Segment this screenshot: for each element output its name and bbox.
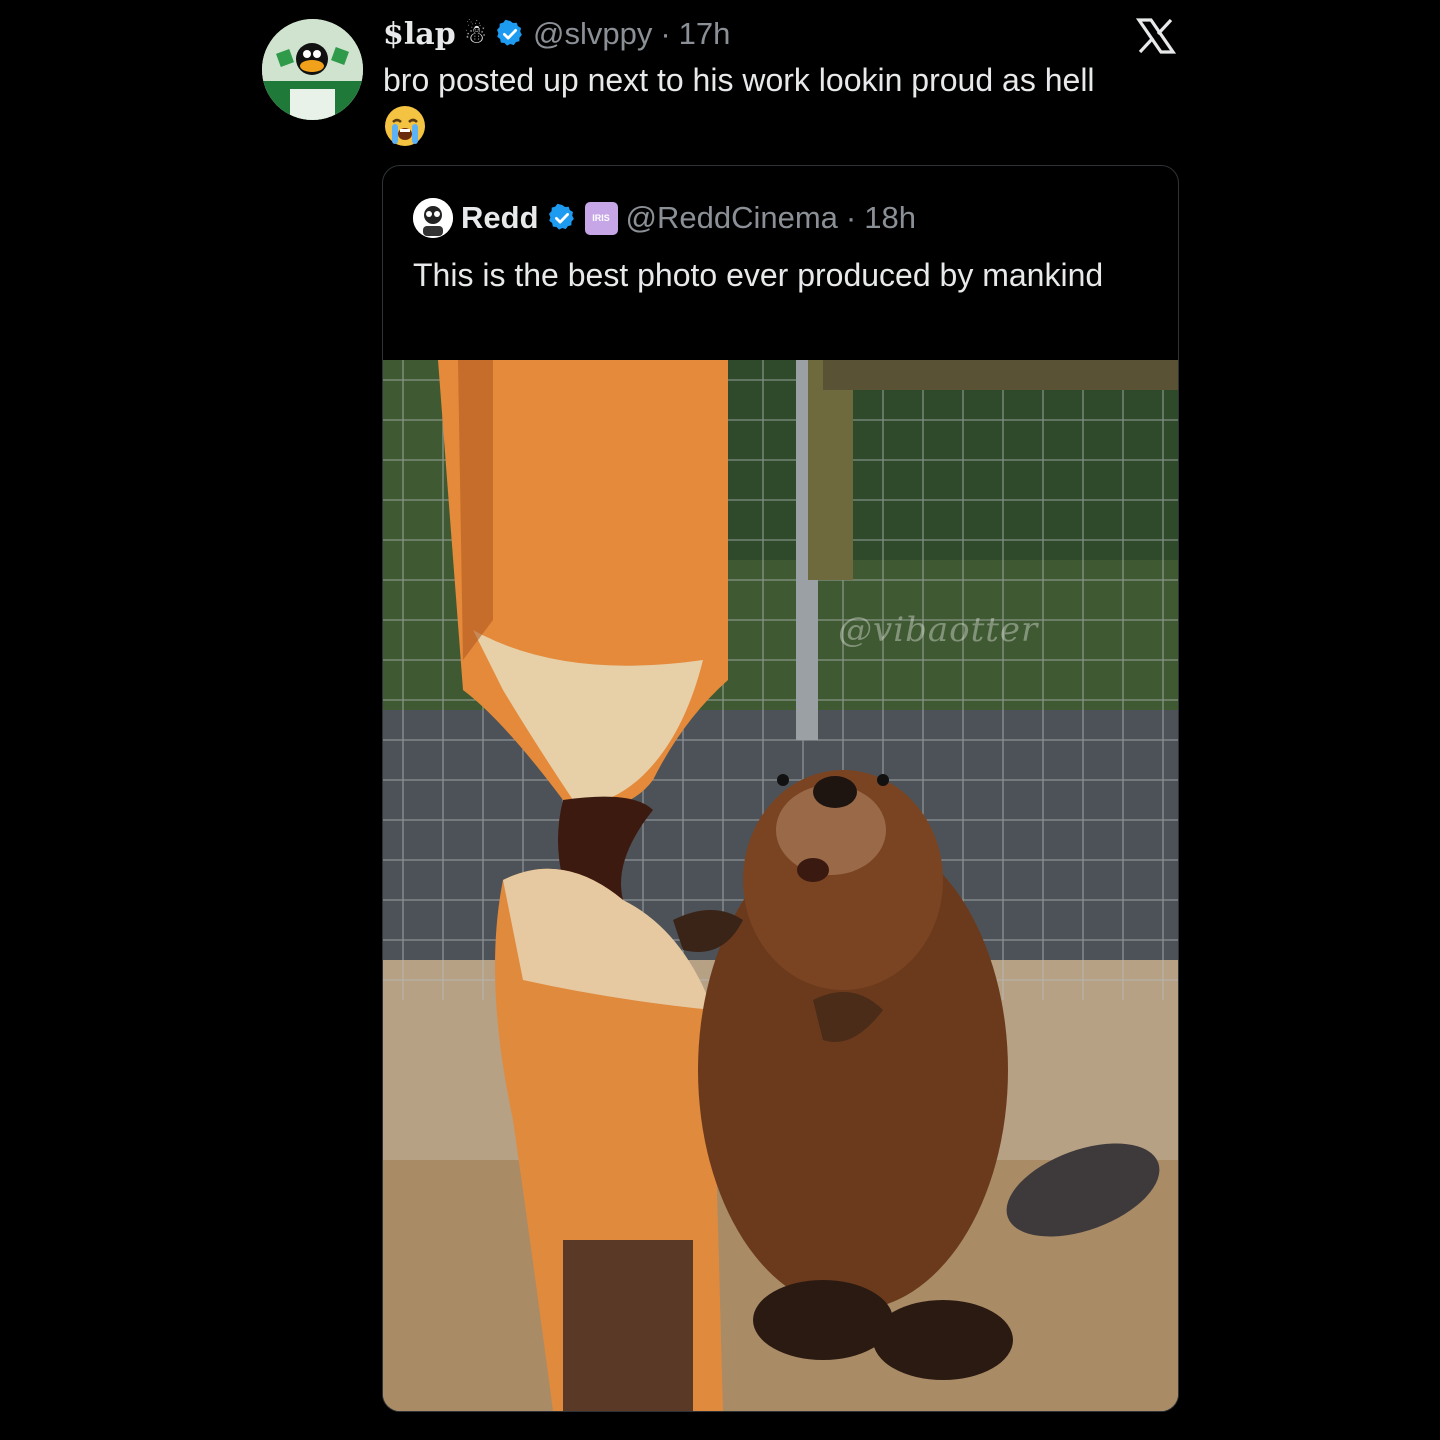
author-display-name[interactable]: $lap	[383, 17, 456, 52]
quoted-author-handle[interactable]: @ReddCinema	[626, 200, 838, 236]
quoted-tweet-text: This is the best photo ever produced by …	[413, 257, 1104, 293]
verified-badge-icon	[548, 203, 574, 230]
quoted-tweet-card[interactable]: Redd IRIS @ReddCinema · 18h This is the …	[382, 165, 1179, 1412]
author-avatar[interactable]	[262, 19, 363, 120]
tweet-text: bro posted up next to his work lookin pr…	[383, 62, 1095, 98]
author-handle[interactable]: @slvppy	[533, 16, 652, 52]
quoted-author-avatar[interactable]	[413, 198, 453, 238]
verified-badge-icon	[497, 19, 522, 46]
loudly-crying-face-icon	[385, 106, 425, 146]
tweet-time[interactable]: 17h	[679, 16, 731, 52]
header-separator: ·	[660, 16, 671, 51]
x-logo-icon[interactable]	[1136, 18, 1176, 54]
quoted-tweet-header: Redd IRIS @ReddCinema · 18h	[413, 198, 916, 238]
quoted-tweet-time[interactable]: 18h	[864, 200, 916, 236]
tweet-header: $lap ☃ @slvppy · 17h	[383, 14, 730, 54]
affiliate-badge[interactable]: IRIS	[584, 201, 618, 235]
quoted-header-separator: ·	[845, 200, 857, 235]
quoted-author-display-name[interactable]: Redd	[461, 200, 539, 236]
photo-watermark: @vibaotter	[838, 610, 1039, 650]
quoted-tweet-photo[interactable]: @vibaotter	[383, 360, 1178, 1411]
name-snowman-emoji: ☃	[463, 18, 487, 49]
